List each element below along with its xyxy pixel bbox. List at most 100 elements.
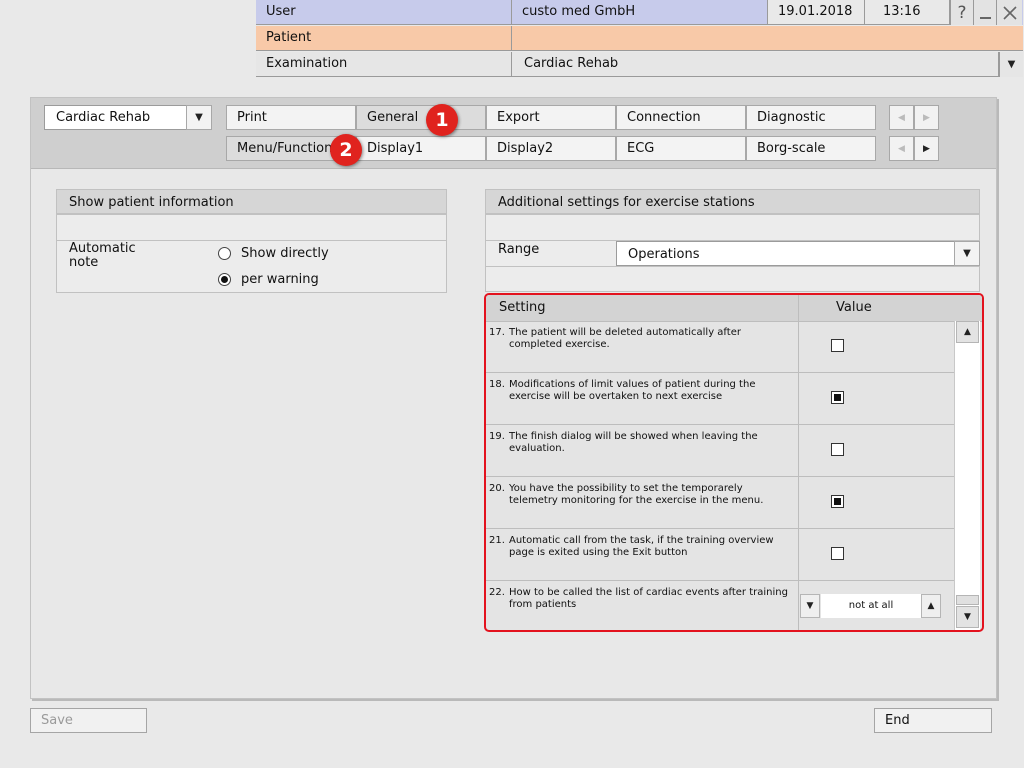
radio-show-directly-label: Show directly [241, 246, 329, 261]
scroll-down-button[interactable]: ▼ [956, 606, 979, 628]
radio-per-warning[interactable] [218, 273, 231, 286]
header-patient-row[interactable]: Patient [256, 26, 1023, 51]
chevron-left-icon: ◀ [898, 143, 905, 154]
radio-show-directly[interactable] [218, 247, 231, 260]
automatic-note-group: Automatic note Show directly per warning [56, 240, 447, 293]
column-header-value: Value [836, 300, 872, 315]
range-select[interactable]: Operations [616, 241, 980, 266]
tab-borg-scale[interactable]: Borg-scale [746, 136, 876, 161]
row-number: 17. [489, 327, 505, 338]
table-header: Setting Value [486, 295, 982, 322]
chevron-up-icon: ▲ [964, 327, 971, 337]
value-spin-up-button[interactable]: ▲ [921, 594, 941, 618]
patient-info-empty-row [56, 214, 447, 241]
tab-diagnostic[interactable]: Diagnostic [746, 105, 876, 130]
minimize-button[interactable] [973, 0, 996, 25]
row-text: The patient will be deleted automaticall… [509, 327, 741, 350]
examination-dropdown-button[interactable]: ▼ [999, 52, 1023, 77]
minimize-icon [979, 16, 991, 19]
tab-display2[interactable]: Display2 [486, 136, 616, 161]
user-label: User [256, 0, 512, 25]
exercise-stations-section-title: Additional settings for exercise station… [485, 189, 980, 214]
settings-table: Setting Value 17. The patient will be del… [484, 293, 984, 632]
patient-label: Patient [256, 26, 512, 51]
chevron-down-icon: ▼ [195, 112, 203, 123]
column-header-setting: Setting [499, 300, 546, 315]
scroll-up-button[interactable]: ▲ [956, 321, 979, 343]
setting-checkbox[interactable] [831, 547, 844, 560]
range-row: Range Operations ▼ [485, 240, 980, 267]
setting-checkbox[interactable] [831, 495, 844, 508]
company-name: custo med GmbH [512, 0, 768, 25]
tabs-row1-next-button[interactable]: ▶ [914, 105, 939, 130]
tab-general[interactable]: General [356, 105, 486, 130]
chevron-right-icon: ▶ [923, 143, 930, 154]
patient-info-section-title: Show patient information [56, 189, 447, 214]
automatic-note-label-line1: Automatic [69, 241, 136, 256]
range-dropdown-button[interactable]: ▼ [954, 241, 980, 266]
table-row: 21. Automatic call from the task, if the … [486, 529, 954, 581]
module-dropdown-button[interactable]: ▼ [186, 105, 212, 130]
table-row: 20. You have the possibility to set the t… [486, 477, 954, 529]
chevron-down-icon: ▼ [963, 248, 971, 259]
range-label: Range [498, 242, 540, 257]
table-row: 18. Modifications of limit values of pati… [486, 373, 954, 425]
row-text: You have the possibility to set the temp… [509, 483, 764, 506]
row-text: The finish dialog will be showed when le… [509, 431, 758, 454]
header-user-row: User custo med GmbH 19.01.2018 13:16 ? [256, 0, 1023, 25]
examination-label: Examination [256, 52, 512, 77]
chevron-down-icon: ▼ [1007, 59, 1016, 70]
tab-display1[interactable]: Display1 [356, 136, 486, 161]
table-scrollbar[interactable]: ▲ ▼ [954, 321, 980, 630]
tabs-row1-prev-button[interactable]: ◀ [889, 105, 914, 130]
automatic-note-label: Automatic note [69, 242, 136, 270]
chevron-up-icon: ▲ [927, 601, 935, 611]
tabs-row2-prev-button[interactable]: ◀ [889, 136, 914, 161]
tab-print[interactable]: Print [226, 105, 356, 130]
save-button[interactable]: Save [30, 708, 147, 733]
tab-ecg[interactable]: ECG [616, 136, 746, 161]
chevron-down-icon: ▼ [964, 612, 971, 622]
help-icon: ? [957, 2, 967, 23]
row-number: 21. [489, 535, 505, 546]
help-button[interactable]: ? [950, 0, 973, 25]
row-number: 18. [489, 379, 505, 390]
table-row: 17. The patient will be deleted automatic… [486, 321, 954, 373]
chevron-left-icon: ◀ [898, 112, 905, 123]
range-spacer-row [485, 266, 980, 292]
close-button[interactable] [996, 0, 1022, 25]
step-badge-1: 1 [426, 104, 458, 136]
tab-connection[interactable]: Connection [616, 105, 746, 130]
tab-export[interactable]: Export [486, 105, 616, 130]
header-date: 19.01.2018 [768, 0, 865, 25]
setting-checkbox[interactable] [831, 339, 844, 352]
automatic-note-label-line2: note [69, 255, 99, 270]
step-badge-2: 2 [330, 134, 362, 166]
row-number: 20. [489, 483, 505, 494]
patient-value[interactable] [512, 26, 1023, 51]
chevron-down-icon: ▼ [806, 601, 814, 611]
row-text: Automatic call from the task, if the tra… [509, 535, 774, 558]
close-icon [1002, 5, 1017, 20]
table-row: 22. How to be called the list of cardiac … [486, 581, 954, 630]
end-button[interactable]: End [874, 708, 992, 733]
row-number: 19. [489, 431, 505, 442]
tabs-row2-next-button[interactable]: ▶ [914, 136, 939, 161]
scroll-thumb[interactable] [956, 595, 979, 605]
examination-select[interactable]: Cardiac Rehab [512, 52, 999, 77]
value-spin-down-button[interactable]: ▼ [800, 594, 820, 618]
setting-checkbox[interactable] [831, 443, 844, 456]
cardiac-events-select[interactable]: not at all [821, 594, 921, 618]
row-number: 22. [489, 587, 505, 598]
header-examination-row: Examination Cardiac Rehab ▼ [256, 52, 1023, 77]
radio-per-warning-label: per warning [241, 272, 319, 287]
setting-checkbox[interactable] [831, 391, 844, 404]
table-row: 19. The finish dialog will be showed when… [486, 425, 954, 477]
tab-bar: Cardiac Rehab ▼ Print General Export Con… [31, 98, 996, 169]
exercise-stations-empty-row [485, 214, 980, 241]
chevron-right-icon: ▶ [923, 112, 930, 123]
row-text: Modifications of limit values of patient… [509, 379, 756, 402]
value-cell: ▼ not at all ▲ [798, 581, 954, 630]
row-text: How to be called the list of cardiac eve… [509, 587, 788, 610]
header-time: 13:16 [865, 0, 950, 25]
